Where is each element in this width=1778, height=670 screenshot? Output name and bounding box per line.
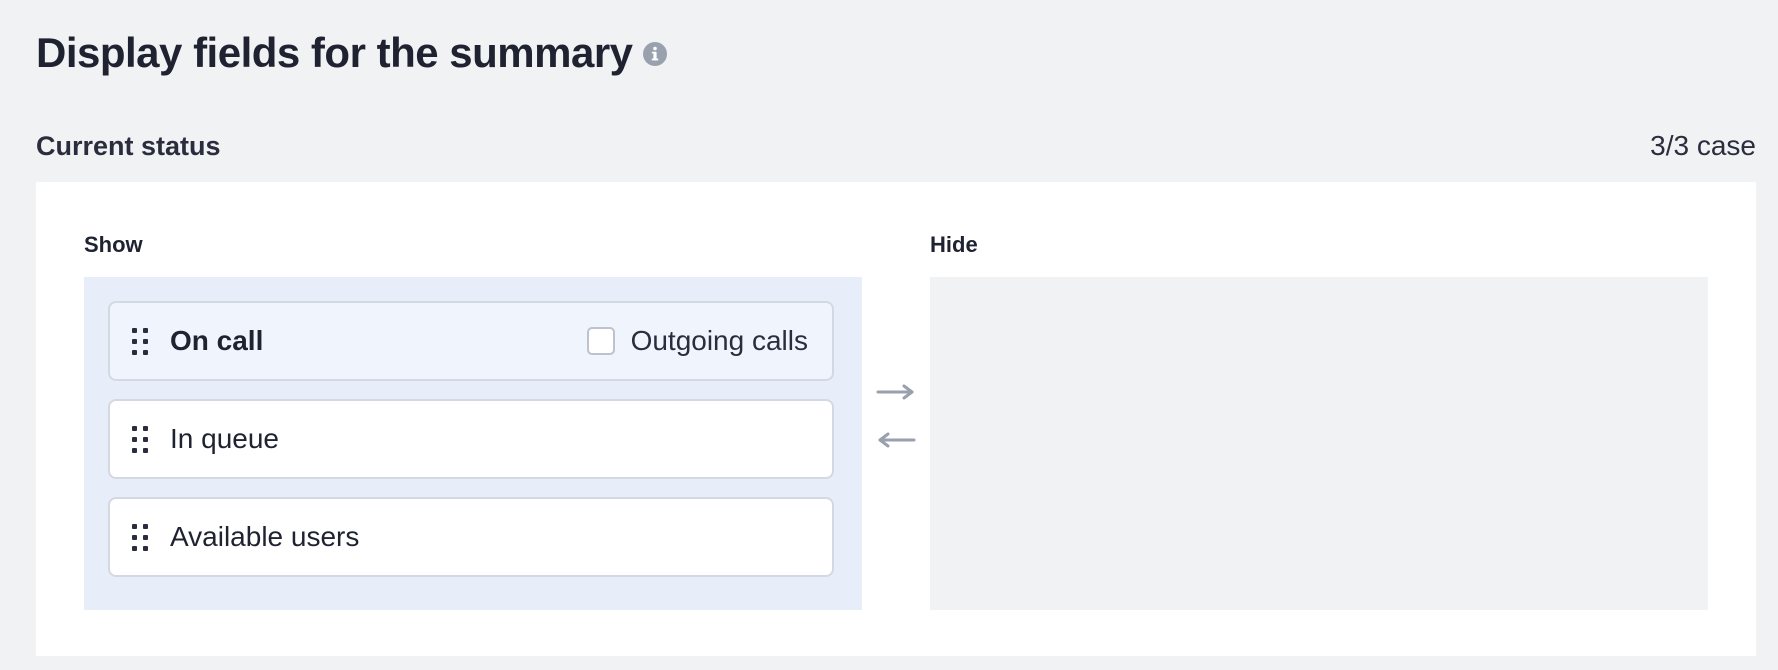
outgoing-calls-checkbox[interactable] bbox=[586, 327, 615, 355]
drag-handle-icon[interactable] bbox=[132, 523, 150, 551]
field-label: Available users bbox=[170, 521, 360, 552]
field-item-on-call[interactable]: On call Outgoing calls bbox=[108, 301, 834, 381]
field-label: In queue bbox=[170, 423, 279, 454]
hide-list[interactable] bbox=[930, 277, 1708, 610]
case-count: 3/3 case bbox=[1650, 130, 1756, 161]
drag-handle-icon[interactable] bbox=[132, 327, 150, 355]
field-item-in-queue[interactable]: In queue bbox=[108, 399, 834, 479]
arrow-right-icon bbox=[876, 384, 916, 405]
move-to-show-button[interactable] bbox=[876, 427, 916, 457]
show-list[interactable]: On call Outgoing calls In queue Availabl… bbox=[84, 277, 862, 610]
info-icon[interactable] bbox=[642, 42, 667, 66]
move-to-hide-button[interactable] bbox=[876, 379, 916, 409]
page-title: Display fields for the summary bbox=[36, 26, 667, 80]
page-title-text: Display fields for the summary bbox=[36, 29, 633, 76]
drag-handle-icon[interactable] bbox=[132, 425, 150, 453]
outgoing-calls-label[interactable]: Outgoing calls bbox=[631, 325, 808, 357]
section-title: Current status bbox=[36, 131, 221, 161]
outgoing-calls-option[interactable]: Outgoing calls bbox=[586, 325, 808, 357]
field-item-available-users[interactable]: Available users bbox=[108, 497, 834, 577]
show-column-label: Show bbox=[84, 232, 143, 257]
hide-column-label: Hide bbox=[930, 232, 978, 257]
arrow-left-icon bbox=[876, 432, 916, 453]
field-config-card: Show Hide On call Outgoing calls In queu… bbox=[36, 182, 1756, 656]
field-label: On call bbox=[170, 325, 264, 356]
